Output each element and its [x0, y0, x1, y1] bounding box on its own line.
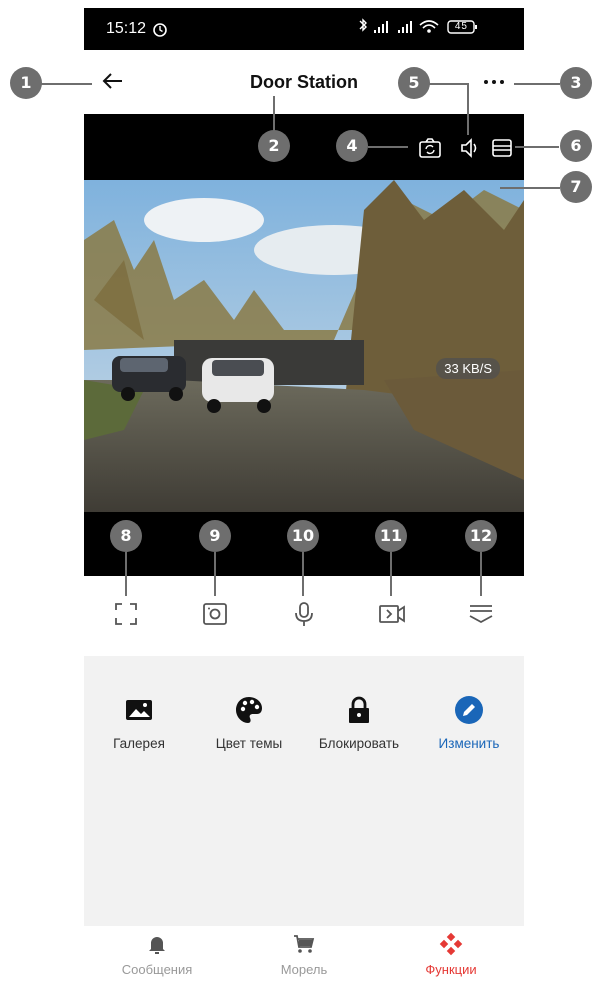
phone-screen: 15:12 45 Door Station 33 KB/S Галерея Цв… [84, 8, 524, 990]
feature-lock-label: Блокировать [318, 736, 400, 751]
nav-messages[interactable]: Сообщения [84, 932, 230, 977]
callout-line-3 [514, 83, 560, 85]
callout-line-7 [500, 187, 560, 189]
playback-controls [84, 576, 524, 656]
callout-12: 12 [465, 520, 497, 552]
callout-line-11 [390, 552, 392, 596]
callout-8: 8 [110, 520, 142, 552]
nav-store-label: Морель [280, 962, 328, 977]
callout-line-2 [273, 96, 275, 134]
speaker-icon[interactable] [458, 136, 482, 160]
callout-line-1 [40, 83, 92, 85]
snapshot-icon[interactable] [201, 600, 229, 628]
video-toolbar [84, 114, 524, 180]
bottom-nav: Сообщения Морель Функции [84, 926, 524, 990]
alarm-icon [153, 23, 167, 37]
callout-1: 1 [10, 67, 42, 99]
feature-gallery-label: Галерея [113, 736, 165, 751]
feature-grid: Галерея Цвет темы Блокировать Изменить [84, 656, 524, 926]
feature-edit-label: Изменить [438, 736, 500, 751]
feature-gallery[interactable]: Галерея [84, 694, 194, 751]
camera-view-image [84, 180, 524, 512]
video-feed[interactable]: 33 KB/S [84, 180, 524, 512]
more-options-icon[interactable] [478, 70, 510, 94]
bell-icon [149, 937, 165, 954]
callout-line-12 [480, 552, 482, 596]
callout-line-10 [302, 552, 304, 596]
status-time: 15:12 [106, 20, 147, 37]
lock-icon [349, 696, 369, 723]
callout-2: 2 [258, 130, 290, 162]
edit-icon [455, 696, 483, 724]
fullscreen-icon[interactable] [112, 600, 140, 628]
callout-line-5a [428, 83, 468, 85]
callout-line-5b [467, 83, 469, 135]
gallery-icon [126, 700, 152, 720]
nav-functions-label: Функции [425, 962, 477, 977]
cart-icon [294, 935, 315, 953]
nav-messages-label: Сообщения [121, 962, 193, 977]
expand-panel-icon[interactable] [467, 600, 495, 628]
callout-7: 7 [560, 171, 592, 203]
callout-6: 6 [560, 130, 592, 162]
layout-icon[interactable] [490, 136, 514, 160]
callout-line-6 [515, 146, 559, 148]
battery-level: 45 [454, 21, 468, 32]
bitrate-badge: 33 KB/S [436, 358, 500, 379]
callout-line-4 [368, 146, 408, 148]
palette-icon [236, 697, 262, 723]
microphone-icon[interactable] [290, 600, 318, 628]
record-video-icon[interactable] [378, 600, 406, 628]
feature-theme-color-label: Цвет темы [215, 736, 283, 751]
callout-4: 4 [336, 130, 368, 162]
status-bar: 15:12 45 [84, 8, 524, 50]
callout-11: 11 [375, 520, 407, 552]
feature-edit[interactable]: Изменить [414, 694, 524, 751]
feature-lock[interactable]: Блокировать [304, 694, 414, 751]
nav-functions[interactable]: Функции [378, 932, 524, 977]
nav-store[interactable]: Морель [231, 932, 377, 977]
functions-icon [439, 932, 463, 956]
callout-5: 5 [398, 67, 430, 99]
callout-3: 3 [560, 67, 592, 99]
callout-line-8 [125, 552, 127, 596]
feature-theme-color[interactable]: Цвет темы [194, 694, 304, 751]
camera-switch-icon[interactable] [418, 136, 442, 160]
signal-wifi-battery-icon [359, 18, 477, 34]
callout-10: 10 [287, 520, 319, 552]
app-bar: Door Station [84, 50, 524, 114]
callout-line-9 [214, 552, 216, 596]
callout-9: 9 [199, 520, 231, 552]
